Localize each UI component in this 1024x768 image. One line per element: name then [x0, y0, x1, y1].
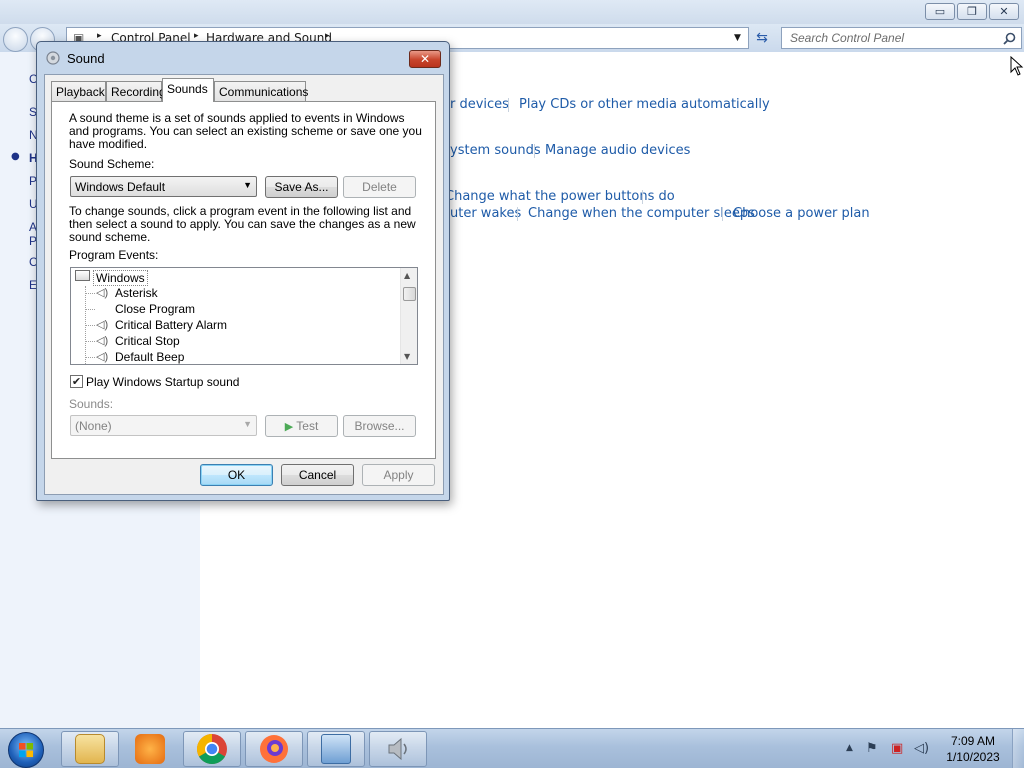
sound-settings-icon	[46, 51, 60, 65]
events-scrollbar[interactable]: ▲ ▼	[400, 268, 417, 364]
event-label: Critical Stop	[115, 334, 180, 348]
autoplay-link[interactable]: Play CDs or other media automatically	[519, 97, 770, 112]
taskbar-firefox[interactable]	[245, 731, 303, 767]
scroll-down-icon[interactable]: ▼	[404, 352, 410, 361]
program-events-list[interactable]: Windows ◁) Asterisk Close Program ◁) Cri…	[70, 267, 418, 365]
current-page-bullet-icon: ●	[11, 151, 20, 162]
windows-folder-icon	[75, 270, 90, 281]
search-placeholder: Search Control Panel	[790, 31, 905, 45]
power-plan-link[interactable]: Choose a power plan	[733, 206, 870, 221]
power-buttons-link[interactable]: Change what the power buttons do	[445, 189, 675, 204]
start-button[interactable]	[8, 732, 44, 768]
link-separator	[722, 207, 723, 221]
mouse-cursor-icon	[1010, 56, 1024, 76]
taskbar-control-panel[interactable]	[307, 731, 365, 767]
devices-link[interactable]: r devices	[450, 97, 509, 112]
taskbar-explorer[interactable]	[61, 731, 119, 767]
manage-audio-devices-link[interactable]: Manage audio devices	[545, 143, 690, 158]
search-input[interactable]: Search Control Panel	[781, 27, 1022, 49]
breadcrumb-arrow-icon[interactable]: ▸	[194, 31, 199, 41]
breadcrumb-arrow-icon[interactable]: ▸	[325, 31, 330, 41]
link-separator	[642, 190, 643, 204]
volume-icon[interactable]: ◁)	[914, 741, 929, 756]
taskbar-sound[interactable]	[369, 731, 427, 767]
sound-dialog: Sound ✕ Playback Recording Sounds Commun…	[36, 41, 450, 501]
list-item[interactable]: ◁) Asterisk	[71, 285, 401, 301]
list-item[interactable]: Close Program	[71, 301, 401, 317]
show-desktop-button[interactable]	[1012, 729, 1024, 768]
restore-button[interactable]: ❐	[957, 3, 987, 20]
folder-icon	[75, 734, 105, 764]
taskbar-media-player[interactable]	[121, 731, 179, 767]
list-item-windows[interactable]: Windows	[71, 269, 401, 286]
speaker-icon	[388, 737, 407, 761]
breadcrumb-arrow-icon[interactable]: ▸	[97, 31, 102, 41]
list-item[interactable]: ◁) Critical Stop	[71, 333, 401, 349]
scroll-up-icon[interactable]: ▲	[404, 271, 410, 280]
computer-wakes-link[interactable]: uter wakes	[450, 206, 521, 221]
list-item[interactable]: ◁) Critical Battery Alarm	[71, 317, 401, 333]
speaker-icon: ◁)	[96, 287, 109, 299]
tray-expand-icon[interactable]: ▲	[846, 743, 853, 753]
back-button[interactable]	[3, 27, 28, 52]
event-label: Close Program	[115, 302, 196, 316]
window-close-button[interactable]: ✕	[989, 3, 1019, 20]
address-dropdown-icon[interactable]: ▼	[734, 33, 741, 43]
event-label: Critical Battery Alarm	[115, 318, 228, 332]
speaker-icon: ◁)	[96, 319, 109, 331]
list-item[interactable]: ◁) Default Beep	[71, 349, 401, 364]
chrome-icon	[196, 734, 227, 765]
firefox-icon	[260, 735, 288, 763]
link-separator	[517, 207, 518, 221]
network-error-icon[interactable]: ▣	[891, 741, 903, 756]
link-separator	[508, 98, 509, 112]
computer-sleeps-link[interactable]: Change when the computer sleeps	[528, 206, 755, 221]
dialog-close-button[interactable]: ✕	[409, 50, 441, 68]
minimize-button[interactable]: ▭	[925, 3, 955, 20]
media-player-icon	[135, 734, 165, 764]
control-panel-icon	[321, 734, 351, 764]
event-label: Asterisk	[115, 286, 158, 300]
taskbar: ▲ ⚑ ▣ ◁) 7:09 AM 1/10/2023	[0, 728, 1024, 768]
taskbar-chrome[interactable]	[183, 731, 241, 767]
tab-sounds[interactable]: Sounds	[162, 78, 214, 102]
speaker-icon: ◁)	[96, 335, 109, 347]
speaker-icon: ◁)	[96, 351, 109, 363]
action-center-icon[interactable]: ⚑	[866, 741, 878, 756]
tab-recording[interactable]: Recording	[106, 81, 166, 101]
tab-playback[interactable]: Playback	[51, 81, 106, 101]
link-separator	[534, 144, 535, 158]
clock[interactable]: 7:09 AM 1/10/2023	[940, 733, 1006, 765]
clock-date: 1/10/2023	[946, 750, 1000, 764]
windows-logo-icon	[19, 743, 34, 758]
events-root-label: Windows	[93, 270, 148, 286]
dialog-title: Sound	[67, 51, 105, 66]
system-sounds-link[interactable]: ystem sounds	[450, 143, 541, 158]
search-icon[interactable]	[1003, 32, 1016, 45]
tab-communications[interactable]: Communications	[214, 81, 308, 101]
refresh-icon[interactable]: ⇆	[751, 27, 773, 49]
clock-time: 7:09 AM	[950, 734, 996, 748]
event-label: Default Beep	[115, 350, 185, 364]
control-panel-titlebar: ▭ ❐ ✕	[0, 0, 1024, 24]
scrollbar-thumb[interactable]	[403, 287, 416, 301]
